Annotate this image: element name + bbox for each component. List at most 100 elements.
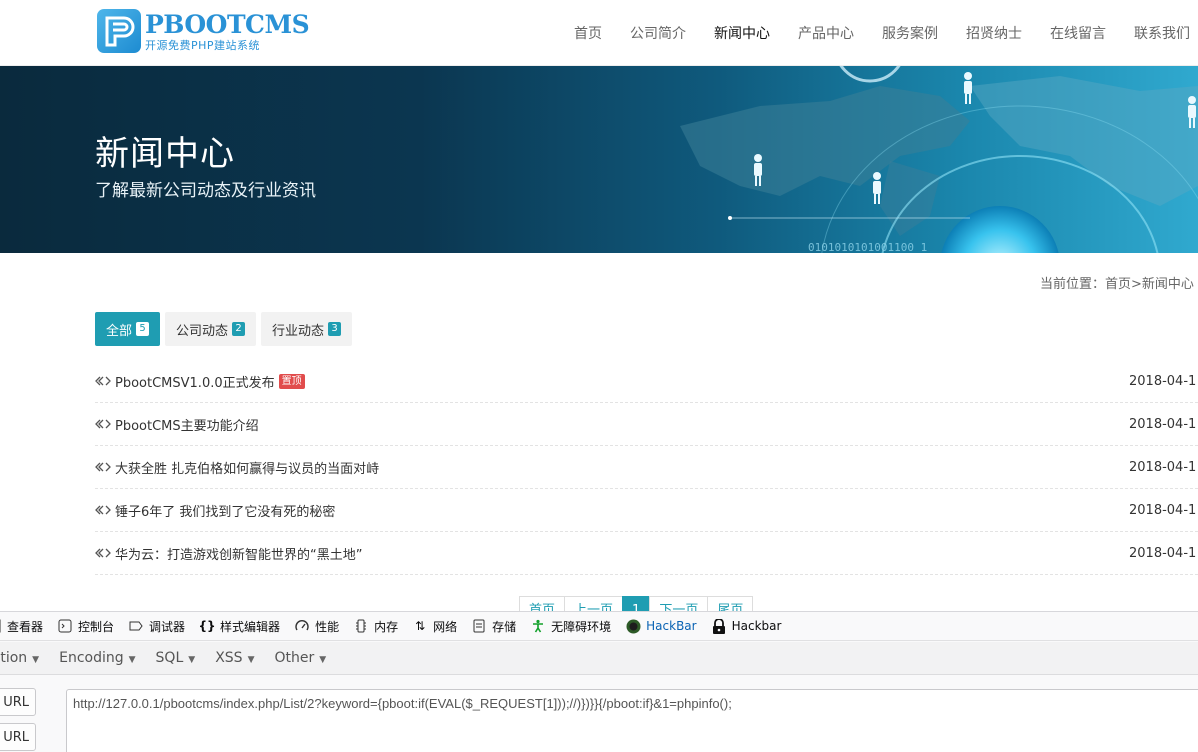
menu-label: Encryption [0,650,28,666]
tab-label: 存储 [492,619,517,634]
tab-label: 性能 [315,619,340,634]
list-item[interactable]: 锤子6年了 我们找到了它没有死的秘密 2018-04-1 [95,489,1198,532]
news-date: 2018-04-1 [1129,545,1197,561]
tab-memory[interactable]: 内存 [353,618,398,635]
split-url-button[interactable]: Split URL [0,723,36,751]
news-date: 2018-04-1 [1129,373,1197,389]
list-item[interactable]: PbootCMSV1.0.0正式发布 置顶 2018-04-1 [95,360,1198,403]
hackbar-toolbar: Encryption▼ Encoding▼ SQL▼ XSS▼ Other▼ [0,642,1198,675]
split-url-label: Split URL [0,729,29,745]
breadcrumb: 当前位置：首页>新闻中心 [1040,277,1194,292]
tab-accessibility[interactable]: 无障碍环境 [530,618,611,635]
news-title[interactable]: PbootCMSV1.0.0正式发布 [115,372,275,391]
tab-label: 调试器 [149,619,186,634]
main-nav: 首页 公司简介 新闻中心 产品中心 服务案例 招贤纳士 在线留言 联系我们 [560,0,1198,66]
page-banner: 0101010101001100 1 新闻中心 了解最新公司动态及行业资讯 [0,66,1198,253]
tab-all[interactable]: 全部 5 [95,312,161,346]
site-logo[interactable]: PBOOTCMS 开源免费PHP建站系统 [97,9,310,53]
code-arrows-icon [95,548,111,558]
tab-label: 行业动态 [272,323,325,339]
tab-performance[interactable]: 性能 [294,618,339,635]
tab-label: Hackbar [731,619,782,633]
debugger-icon [128,618,144,634]
tab-hackbar[interactable]: HackBar [625,618,697,634]
network-icon: ⇅ [415,619,426,633]
style-editor-icon: {} [198,619,216,633]
nav-item-contact[interactable]: 联系我们 [1134,23,1190,43]
menu-sql[interactable]: SQL ▼ [156,650,196,666]
memory-icon [353,618,369,634]
logo-subtitle: 开源免费PHP建站系统 [145,38,261,52]
devtools-tabbar: 查看器 控制台 调试器 {} 样式编辑器 性能 内存 ⇅ 网络 存储 无障碍环境… [0,612,1198,641]
tab-count-badge: 2 [232,322,246,336]
tab-hackbar-legacy[interactable]: Hackbar [711,618,782,634]
inspector-icon [0,618,2,634]
performance-icon [294,618,310,634]
news-date: 2018-04-1 [1129,459,1197,475]
tab-label: 控制台 [78,619,115,634]
nav-item-cases[interactable]: 服务案例 [882,23,938,43]
tab-label: 查看器 [7,619,44,634]
tab-console[interactable]: 控制台 [57,618,114,635]
tab-inspector[interactable]: 查看器 [0,618,43,635]
tab-label: 公司动态 [176,323,229,339]
tab-label: 样式编辑器 [220,619,281,634]
world-map-illustration: 0101010101001100 1 [680,66,1198,253]
pinned-badge: 置顶 [278,373,305,389]
tab-label: 内存 [374,619,399,634]
news-title[interactable]: PbootCMS主要功能介绍 [115,415,259,434]
nav-item-news[interactable]: 新闻中心 [714,23,770,43]
news-date: 2018-04-1 [1129,416,1197,432]
load-url-button[interactable]: Load URL [0,688,36,716]
news-list: PbootCMSV1.0.0正式发布 置顶 2018-04-1 PbootCMS… [95,360,1198,575]
nav-item-products[interactable]: 产品中心 [798,23,854,43]
category-tabs: 全部 5 公司动态 2 行业动态 3 [95,312,357,346]
news-title[interactable]: 华为云：打造游戏创新智能世界的“黑土地” [115,544,362,563]
menu-label: SQL [155,650,184,666]
menu-other[interactable]: Other ▼ [274,650,326,666]
tab-company-news[interactable]: 公司动态 2 [165,312,257,346]
devtools-panel: 查看器 控制台 调试器 {} 样式编辑器 性能 内存 ⇅ 网络 存储 无障碍环境… [0,611,1198,752]
nav-item-jobs[interactable]: 招贤纳士 [966,23,1022,43]
news-title[interactable]: 大获全胜 扎克伯格如何赢得与议员的当面对峙 [115,458,379,477]
news-date: 2018-04-1 [1129,502,1197,518]
nav-item-home[interactable]: 首页 [574,23,602,43]
logo-name: PBOOTCMS [145,9,310,39]
code-arrows-icon [95,376,111,386]
accessibility-icon [530,618,546,634]
tab-industry-news[interactable]: 行业动态 3 [261,312,353,346]
site-header: PBOOTCMS 开源免费PHP建站系统 首页 公司简介 新闻中心 产品中心 服… [0,0,1198,66]
menu-encryption[interactable]: Encryption▼ [0,650,39,666]
banner-title: 新闻中心 [95,134,235,174]
tab-storage[interactable]: 存储 [471,618,516,635]
console-icon [57,618,73,634]
tab-label: 网络 [433,619,458,634]
tab-style-editor[interactable]: {} 样式编辑器 [198,618,281,635]
list-item[interactable]: 华为云：打造游戏创新智能世界的“黑土地” 2018-04-1 [95,532,1198,575]
tab-count-badge: 3 [328,322,342,336]
menu-xss[interactable]: XSS ▼ [215,650,254,666]
code-arrows-icon [95,419,111,429]
load-url-label: Load URL [0,694,29,710]
url-textarea[interactable]: http://127.0.0.1/pbootcms/index.php/List… [66,689,1198,752]
binary-text: 0101010101001100 1 [808,241,927,253]
menu-label: XSS [215,650,243,666]
nav-item-about[interactable]: 公司简介 [630,23,686,43]
news-title[interactable]: 锤子6年了 我们找到了它没有死的秘密 [115,501,335,520]
list-item[interactable]: PbootCMS主要功能介绍 2018-04-1 [95,403,1198,446]
tab-label: 无障碍环境 [551,619,612,634]
hackbar-icon [625,618,641,634]
tab-label: 全部 [106,323,133,339]
list-item[interactable]: 大获全胜 扎克伯格如何赢得与议员的当面对峙 2018-04-1 [95,446,1198,489]
tab-count-badge: 5 [136,322,150,336]
tab-debugger[interactable]: 调试器 [128,618,185,635]
tab-network[interactable]: ⇅ 网络 [412,618,457,635]
nav-item-message[interactable]: 在线留言 [1050,23,1106,43]
menu-label: Encoding [59,650,124,666]
banner-subtitle: 了解最新公司动态及行业资讯 [95,181,316,201]
menu-encoding[interactable]: Encoding ▼ [59,650,135,666]
menu-label: Other [274,650,315,666]
storage-icon [471,618,487,634]
code-arrows-icon [95,462,111,472]
logo-mark-icon [97,9,141,53]
